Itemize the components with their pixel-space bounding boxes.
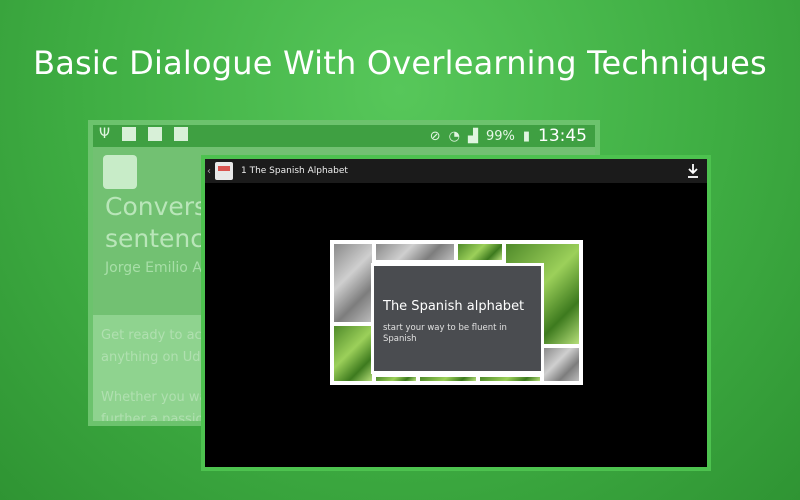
description-line: anything on Uder	[101, 350, 214, 365]
usb-icon: Ψ	[99, 126, 111, 142]
wifi-icon: ◔	[448, 128, 460, 144]
battery-icon: ▮	[522, 128, 530, 144]
alert-icon	[148, 127, 163, 141]
app-icon	[103, 155, 137, 189]
photo-tile	[376, 244, 454, 260]
notification-icon	[122, 127, 137, 141]
headline: Basic Dialogue With Overlearning Techniq…	[33, 44, 767, 82]
photo-tile	[480, 377, 540, 381]
photo-tile	[334, 326, 372, 381]
photo-tile	[334, 244, 372, 322]
video-frame[interactable]: The Spanish alphabet start your way to b…	[330, 240, 583, 385]
description-line: Whether you wan	[101, 390, 216, 405]
video-player-screen: ‹ 1 The Spanish Alphabet The Spanish alp…	[201, 155, 711, 471]
status-clock: 13:45	[538, 126, 587, 146]
mute-icon: ⊘	[429, 128, 441, 144]
video-card-subtitle: start your way to be fluent in Spanish	[383, 323, 507, 344]
photo-tile	[420, 377, 476, 381]
course-author: Jorge Emilio A	[105, 260, 202, 276]
status-bar: Ψ ⊘ ◔ ▟ 99% ▮ 13:45	[93, 125, 595, 147]
photo-tile	[458, 244, 502, 260]
player-action-bar: ‹ 1 The Spanish Alphabet	[205, 159, 707, 183]
status-bar-system: ⊘ ◔ ▟ 99% ▮ 13:45	[430, 126, 587, 146]
status-bar-notifications: Ψ	[99, 126, 189, 142]
video-card-title: The Spanish alphabet	[383, 299, 525, 314]
photo-tile	[376, 377, 416, 381]
chevron-left-icon[interactable]: ‹	[207, 166, 213, 177]
description-line: Get ready to acce	[101, 328, 217, 343]
lecture-title: 1 The Spanish Alphabet	[241, 166, 348, 176]
description-line: further a passion	[101, 412, 212, 426]
photo-tile	[544, 348, 579, 381]
download-icon[interactable]	[687, 163, 699, 179]
signal-icon: ▟	[467, 128, 478, 144]
video-title-card: The Spanish alphabet start your way to b…	[371, 263, 544, 374]
app-icon[interactable]	[215, 162, 233, 180]
battery-percent: 99%	[485, 128, 515, 144]
image-icon	[174, 127, 189, 141]
